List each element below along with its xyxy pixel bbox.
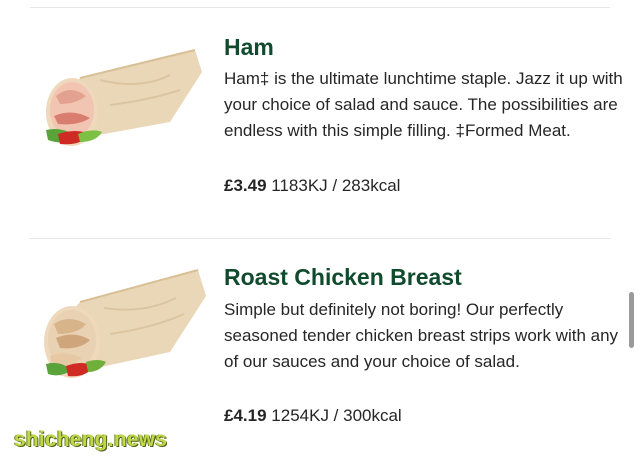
menu-page: Ham Ham‡ is the ultimate lunchtime stapl… [0, 0, 640, 459]
item-description: Ham‡ is the ultimate lunchtime staple. J… [224, 69, 623, 140]
top-divider [30, 7, 610, 8]
ham-wrap-icon [46, 49, 202, 146]
item-price-line: £4.19 1254KJ / 300kcal [224, 405, 402, 427]
item-title: Roast Chicken Breast [224, 264, 462, 290]
item-nutrition: 1183KJ / 283kcal [271, 176, 401, 195]
scrollbar-thumb[interactable] [629, 292, 634, 348]
item-price: £3.49 [224, 176, 267, 195]
item-description: Simple but definitely not boring! Our pe… [224, 300, 619, 371]
item-price-line: £3.49 1183KJ / 283kcal [224, 175, 400, 197]
item-price: £4.19 [224, 406, 267, 425]
item-nutrition: 1254KJ / 300kcal [271, 406, 402, 425]
item-title: Ham [224, 34, 274, 60]
watermark: shicheng.news [14, 428, 168, 451]
chicken-wrap-icon [44, 269, 206, 378]
item-divider [30, 238, 610, 239]
